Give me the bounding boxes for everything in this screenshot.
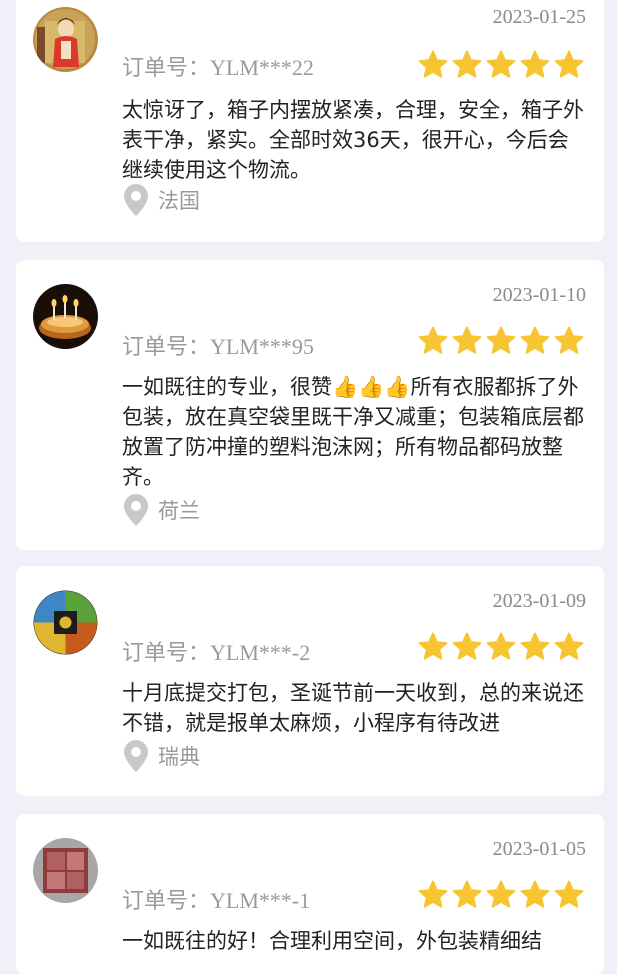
star-icon bbox=[554, 326, 584, 354]
star-icon bbox=[418, 326, 448, 354]
location: 荷兰 bbox=[124, 494, 200, 526]
location-text: 瑞典 bbox=[158, 745, 200, 769]
star-icon bbox=[452, 50, 482, 78]
avatar-traditional-figure-icon[interactable] bbox=[33, 7, 98, 72]
star-icon bbox=[452, 880, 482, 908]
star-icon bbox=[418, 50, 448, 78]
review-date: 2023-01-09 bbox=[492, 590, 586, 612]
avatar-four-elements-icon[interactable] bbox=[33, 590, 98, 655]
location: 法国 bbox=[124, 184, 200, 216]
star-icon bbox=[554, 880, 584, 908]
review-card[interactable]: 2023-01-10 订单号：YLM***95 一如既往的专业，很赞👍👍👍所有衣… bbox=[16, 260, 604, 550]
order-label: 订单号： bbox=[122, 56, 211, 81]
review-text: 太惊讶了，箱子内摆放紧凑，合理，安全，箱子外表干净，紧实。全部时效36天，很开心… bbox=[122, 98, 584, 182]
star-icon bbox=[554, 632, 584, 660]
avatar-birthday-cake-icon[interactable] bbox=[33, 284, 98, 349]
order-label: 订单号： bbox=[122, 889, 211, 914]
order-number: 订单号：YLM***22 bbox=[122, 50, 314, 82]
review-date: 2023-01-10 bbox=[492, 284, 586, 306]
star-icon bbox=[452, 326, 482, 354]
review-card[interactable]: 2023-01-25 订单号：YLM***22 太惊讶了，箱子内摆放紧凑，合理，… bbox=[16, 0, 604, 242]
star-icon bbox=[486, 632, 516, 660]
review-text: 十月底提交打包，圣诞节前一天收到，总的来说还不错，就是报单太麻烦，小程序有待改进 bbox=[122, 681, 584, 735]
star-icon bbox=[486, 880, 516, 908]
order-label: 订单号： bbox=[122, 335, 211, 360]
star-rating bbox=[418, 880, 584, 910]
star-icon bbox=[486, 326, 516, 354]
star-icon bbox=[418, 880, 448, 908]
order-id: YLM***95 bbox=[210, 334, 314, 359]
star-icon bbox=[520, 880, 550, 908]
star-icon bbox=[554, 50, 584, 78]
location: 瑞典 bbox=[124, 740, 200, 772]
star-rating bbox=[418, 326, 584, 356]
order-number: 订单号：YLM***-2 bbox=[122, 635, 310, 667]
star-rating bbox=[418, 50, 584, 80]
location-text: 法国 bbox=[158, 189, 200, 213]
location-pin-icon bbox=[124, 740, 148, 772]
review-card[interactable]: 2023-01-09 订单号：YLM***-2 十月底提交打包，圣诞节前一天收到… bbox=[16, 566, 604, 796]
star-icon bbox=[520, 50, 550, 78]
star-icon bbox=[452, 632, 482, 660]
order-number: 订单号：YLM***95 bbox=[122, 329, 314, 361]
review-date: 2023-01-05 bbox=[492, 838, 586, 860]
order-id: YLM***22 bbox=[210, 55, 314, 80]
location-pin-icon bbox=[124, 494, 148, 526]
star-icon bbox=[486, 50, 516, 78]
order-number: 订单号：YLM***-1 bbox=[122, 883, 310, 915]
star-icon bbox=[520, 632, 550, 660]
star-icon bbox=[418, 632, 448, 660]
review-text: 一如既往的好！合理利用空间，外包装精细结 bbox=[122, 929, 542, 953]
location-text: 荷兰 bbox=[158, 499, 200, 523]
star-icon bbox=[520, 326, 550, 354]
order-label: 订单号： bbox=[122, 641, 211, 666]
order-id: YLM***-2 bbox=[210, 640, 311, 665]
avatar-seal-stamp-icon[interactable] bbox=[33, 838, 98, 903]
star-rating bbox=[418, 632, 584, 662]
review-card[interactable]: 2023-01-05 订单号：YLM***-1 一如既往的好！合理利用空间，外包… bbox=[16, 814, 604, 974]
location-pin-icon bbox=[124, 184, 148, 216]
review-date: 2023-01-25 bbox=[492, 6, 586, 28]
order-id: YLM***-1 bbox=[210, 888, 311, 913]
review-text: 一如既往的专业，很赞👍👍👍所有衣服都拆了外包装，放在真空袋里既干净又减重；包装箱… bbox=[122, 375, 584, 489]
